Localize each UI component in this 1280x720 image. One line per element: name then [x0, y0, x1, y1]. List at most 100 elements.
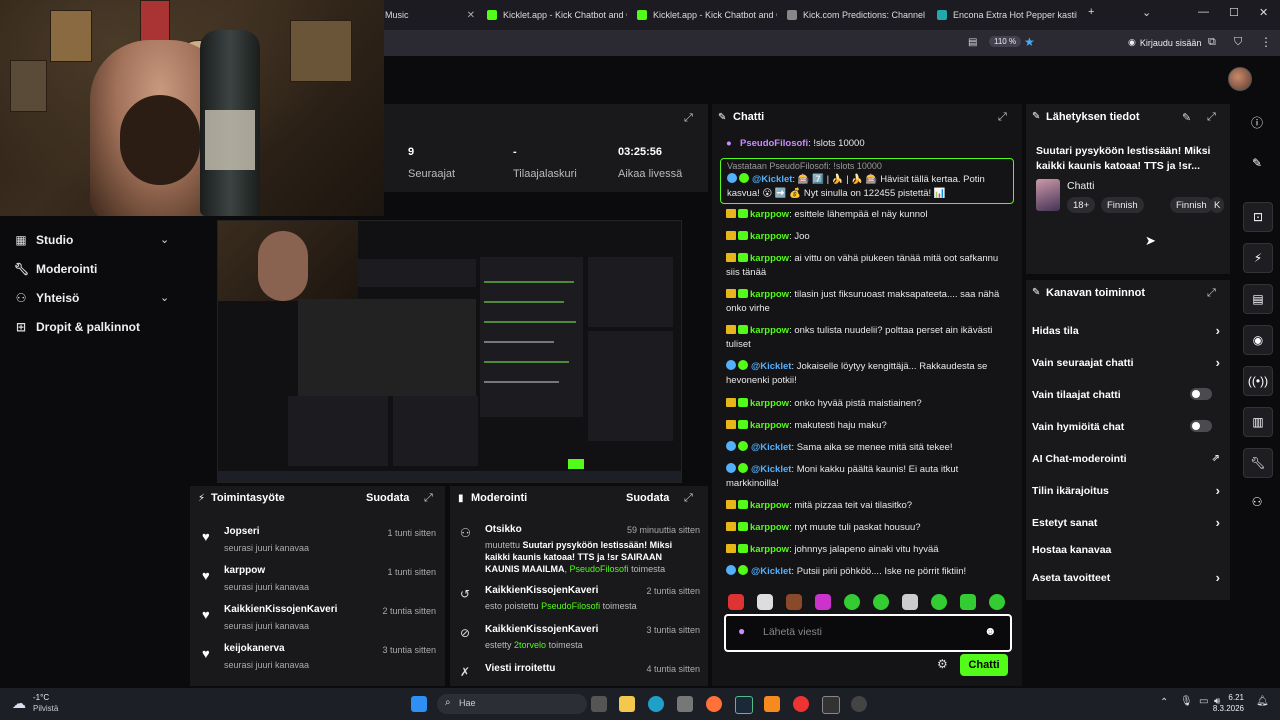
close-icon[interactable]: ✕	[467, 10, 475, 21]
chevron-down-icon[interactable]: ⌄	[160, 233, 169, 246]
subscribers-only-toggle[interactable]	[1190, 388, 1212, 400]
chat-username[interactable]: PseudoFilosofi	[740, 138, 808, 149]
clock-time[interactable]: 6.21	[1222, 693, 1244, 702]
chat-username[interactable]: karppow	[750, 522, 789, 533]
chat-username[interactable]: @Kicklet	[751, 442, 791, 453]
notification-icon[interactable]: 🔔︎	[1256, 696, 1269, 707]
layout-icon[interactable]: ▥	[1243, 407, 1273, 437]
document-icon[interactable]: ▤	[1243, 284, 1273, 314]
minimize-icon[interactable]: —	[1198, 6, 1209, 18]
emote-icon[interactable]	[844, 594, 860, 610]
expand-icon[interactable]: ⤢	[684, 112, 693, 125]
chat-username[interactable]: karppow	[750, 253, 789, 264]
action-host-channel[interactable]: Hostaa kanavaa	[1032, 544, 1222, 556]
tag-chip[interactable]: K	[1210, 197, 1225, 213]
emotes-only-toggle[interactable]	[1190, 420, 1212, 432]
stream-preview[interactable]	[217, 220, 682, 483]
tag-chip[interactable]: Finnish	[1101, 197, 1144, 213]
opera-icon[interactable]	[793, 696, 809, 712]
broadcast-icon[interactable]: ((•))	[1243, 366, 1273, 396]
expand-icon[interactable]: ⤢	[424, 492, 433, 505]
info-icon[interactable]: ⓘ	[1243, 108, 1271, 136]
network-icon[interactable]: ▭	[1199, 696, 1208, 707]
nav-item-dropit[interactable]: ⊞ Dropit & palkinnot	[14, 320, 140, 334]
wrench-icon[interactable]: 🔧︎	[1243, 448, 1273, 478]
window-close-icon[interactable]: ✕	[1259, 6, 1268, 19]
emote-icon[interactable]	[960, 594, 976, 610]
steam-icon[interactable]	[735, 696, 753, 714]
expand-icon[interactable]: ⤢	[1207, 111, 1216, 124]
tab-kicklet-2[interactable]: Kicklet.app - Kick Chatbot and C ✕	[637, 4, 777, 26]
chat-username[interactable]: karppow	[750, 420, 789, 431]
chat-username[interactable]: karppow	[750, 289, 789, 300]
nav-item-yhteiso[interactable]: ⚇ Yhteisö	[14, 291, 80, 305]
bookmark-star-icon[interactable]: ★	[1024, 35, 1035, 49]
extensions-icon[interactable]: ⧉	[1208, 36, 1216, 49]
chat-username[interactable]: @Kicklet	[751, 361, 791, 372]
action-set-goals[interactable]: Aseta tavoitteet ›	[1032, 570, 1222, 585]
tab-kick-predictions[interactable]: Kick.com Predictions: Channel P ✕	[787, 4, 927, 26]
send-chat-button[interactable]: Chatti	[960, 654, 1008, 676]
tab-list-chevron-icon[interactable]: ⌄	[1142, 6, 1151, 19]
activity-user[interactable]: KaikkienKissojenKaveri	[224, 604, 337, 615]
signin-button[interactable]: ◉ Kirjaudu sisään	[1128, 37, 1201, 48]
microphone-icon[interactable]: 🎙︎	[1180, 696, 1193, 707]
tab-encona[interactable]: Encona Extra Hot Pepper kastike ✕	[937, 4, 1077, 26]
activity-user[interactable]: karppow	[224, 565, 265, 576]
weather-temp[interactable]: -1°C	[33, 693, 49, 702]
emote-icon[interactable]	[873, 594, 889, 610]
expand-icon[interactable]: ⤢	[684, 492, 693, 505]
gear-icon[interactable]: ⚙	[937, 657, 948, 671]
taskbar-search[interactable]: ⌕ Hae	[437, 694, 587, 714]
capture-icon[interactable]: ⊡	[1243, 202, 1273, 232]
shield-icon[interactable]: ⛉	[1234, 36, 1242, 49]
tab-kicklet-1[interactable]: Kicklet.app - Kick Chatbot and C ✕	[487, 4, 627, 26]
activity-filter-button[interactable]: Suodata	[366, 492, 409, 504]
action-ai-moderation[interactable]: AI Chat-moderointi ⇗	[1032, 453, 1222, 465]
expand-icon[interactable]: ⤢	[1207, 287, 1216, 300]
avatar[interactable]	[1228, 67, 1252, 91]
chat-username[interactable]: karppow	[750, 209, 789, 220]
chat-username[interactable]: @Kicklet	[751, 464, 791, 475]
emote-icon[interactable]	[902, 594, 918, 610]
chat-username[interactable]: karppow	[750, 544, 789, 555]
chevron-down-icon[interactable]: ⌄	[160, 291, 169, 304]
nav-item-studio[interactable]: ▦ Studio	[14, 233, 73, 247]
community-icon[interactable]: ⚇	[1243, 488, 1271, 516]
action-age-restriction[interactable]: Tilin ikärajoitus ›	[1032, 483, 1222, 498]
obs-icon[interactable]	[851, 696, 867, 712]
clock-date[interactable]: 8.3.2026	[1212, 704, 1244, 713]
chat-username[interactable]: @Kicklet	[752, 174, 792, 185]
edit-icon[interactable]: ✎	[1182, 111, 1191, 124]
chat-username[interactable]: @Kicklet	[751, 566, 791, 577]
emoji-icon[interactable]: ☻	[984, 624, 997, 638]
moderation-target[interactable]: KaikkienKissojenKaveri	[485, 585, 598, 596]
emote-icon[interactable]	[786, 594, 802, 610]
action-slow-mode[interactable]: Hidas tila ›	[1032, 323, 1222, 338]
emote-icon[interactable]	[931, 594, 947, 610]
maximize-icon[interactable]: ☐	[1229, 6, 1239, 19]
firefox-icon[interactable]	[706, 696, 722, 712]
bolt-icon[interactable]: ⚡︎	[1243, 243, 1273, 273]
chat-input[interactable]: ● Lähetä viesti ☻	[724, 614, 1012, 652]
tag-chip[interactable]: 18+	[1067, 197, 1096, 213]
emote-icon[interactable]	[757, 594, 773, 610]
chat-username[interactable]: karppow	[750, 325, 789, 336]
store-icon[interactable]	[677, 696, 693, 712]
activity-user[interactable]: keijokanerva	[224, 643, 285, 654]
emote-icon[interactable]	[728, 594, 744, 610]
emote-icon[interactable]	[815, 594, 831, 610]
activity-user[interactable]: Jopseri	[224, 526, 260, 537]
zoom-level[interactable]: 110 %	[989, 36, 1022, 47]
chat-bubble-icon[interactable]: ◉	[1243, 325, 1273, 355]
action-followers-only[interactable]: Vain seuraajat chatti ›	[1032, 355, 1222, 370]
tab-music[interactable]: Music ✕	[385, 4, 475, 26]
chat-username[interactable]: karppow	[750, 398, 789, 409]
chat-username[interactable]: karppow	[750, 231, 789, 242]
vlc-icon[interactable]	[764, 696, 780, 712]
terminal-icon[interactable]	[822, 696, 840, 714]
moderation-filter-button[interactable]: Suodata	[626, 492, 669, 504]
tag-chip[interactable]: Finnish	[1170, 197, 1213, 213]
edge-icon[interactable]	[648, 696, 664, 712]
action-blocked-words[interactable]: Estetyt sanat ›	[1032, 515, 1222, 530]
